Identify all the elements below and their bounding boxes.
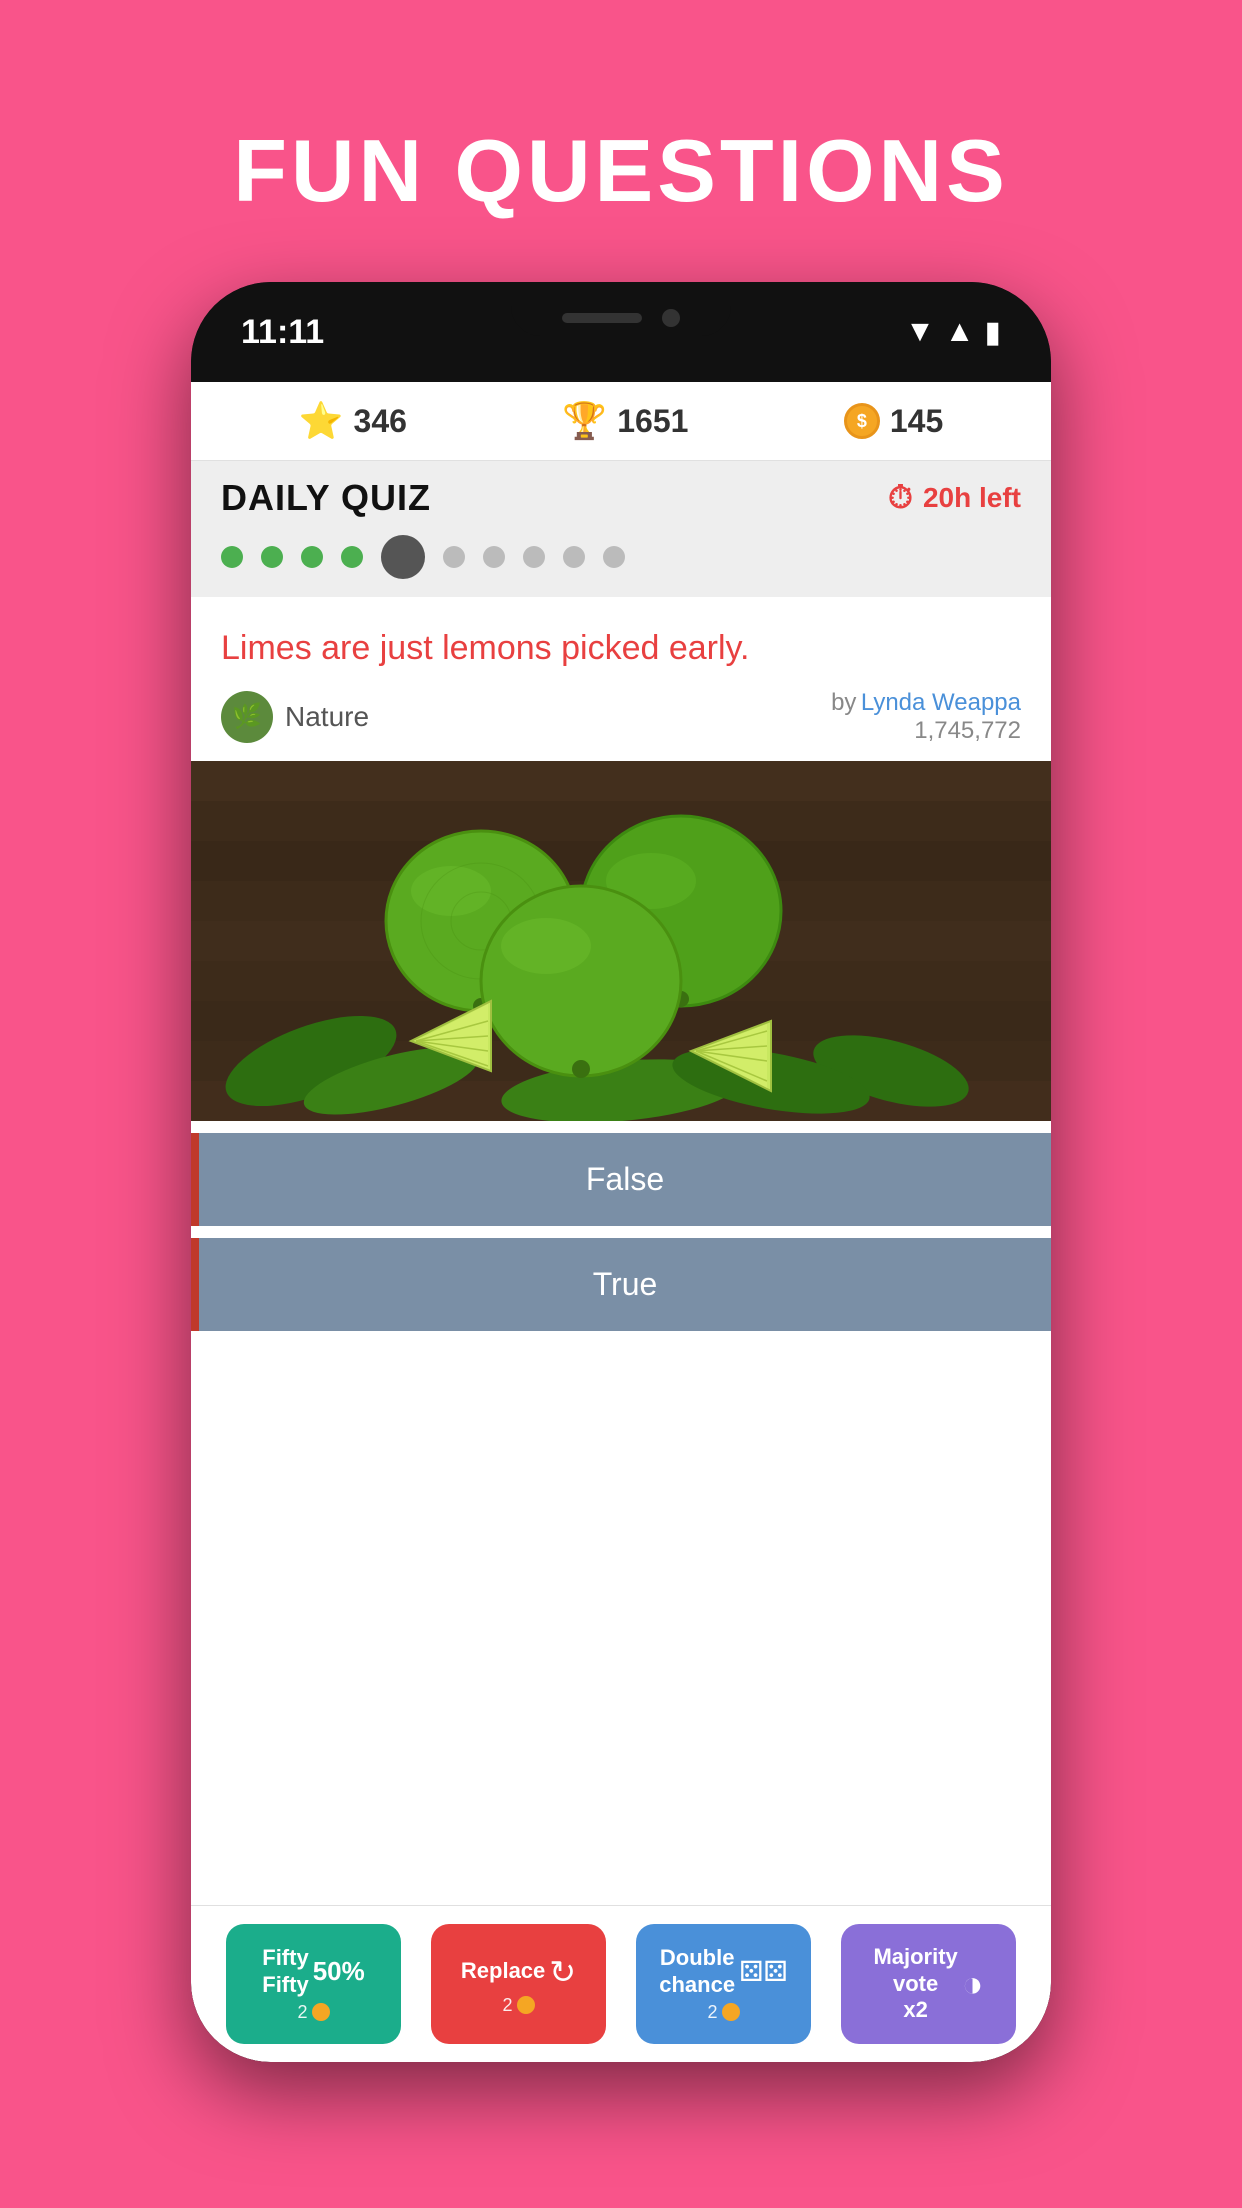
daily-quiz-header: DAILY QUIZ ⏱ 20h left <box>191 461 1051 597</box>
double-chance-icon: ⚄⚄ <box>739 1955 788 1988</box>
front-camera <box>662 309 680 327</box>
true-answer-button[interactable]: True <box>191 1238 1051 1331</box>
double-chance-button[interactable]: Doublechance ⚄⚄ 2 <box>636 1924 811 2044</box>
phone-screen: ⭐ 346 🏆 1651 $ 145 DAILY QUIZ ⏱ 20h left <box>191 382 1051 2062</box>
false-answer-button[interactable]: False <box>191 1133 1051 1226</box>
majority-vote-icon: ◑ <box>962 1963 984 2005</box>
category-icon: 🌿 <box>221 691 273 743</box>
progress-dot-10 <box>603 546 625 568</box>
category-name: Nature <box>285 701 369 733</box>
double-chance-label: Doublechance <box>659 1945 735 1998</box>
author-by-label: by <box>831 689 856 716</box>
replace-button[interactable]: Replace ↻ 2 <box>431 1924 606 2044</box>
progress-dot-2 <box>261 546 283 568</box>
stats-bar: ⭐ 346 🏆 1651 $ 145 <box>191 382 1051 461</box>
author-block: by Lynda Weappa 1,745,772 <box>831 689 1021 745</box>
coin-value: 145 <box>890 403 943 440</box>
category-badge: 🌿 Nature <box>221 691 369 743</box>
question-meta: 🌿 Nature by Lynda Weappa 1,745,772 <box>191 689 1051 761</box>
phone-shell: 11:11 ▼ ▲ ▮ ⭐ 346 🏆 1651 $ 145 <box>191 282 1051 2062</box>
progress-dot-1 <box>221 546 243 568</box>
signal-icon: ▲ <box>945 315 975 349</box>
battery-icon: ▮ <box>984 315 1001 350</box>
progress-dot-6 <box>443 546 465 568</box>
double-chance-cost: 2 <box>707 2002 739 2023</box>
trophy-stat: 🏆 1651 <box>562 400 688 442</box>
wifi-icon: ▼ <box>905 315 935 349</box>
fifty-fifty-cost: 2 <box>297 2002 329 2023</box>
powerups-bar: FiftyFifty 50% 2 Replace ↻ 2 <box>191 1905 1051 2062</box>
timer-icon: ⏱ <box>888 479 913 517</box>
star-value: 346 <box>354 403 407 440</box>
coin-stat: $ 145 <box>844 403 943 440</box>
star-stat: ⭐ 346 <box>299 400 407 442</box>
fifty-fifty-button[interactable]: FiftyFifty 50% 2 <box>226 1924 401 2044</box>
replace-label: Replace <box>461 1958 545 1984</box>
progress-dot-9 <box>563 546 585 568</box>
daily-quiz-title: DAILY QUIZ <box>221 477 431 519</box>
author-name: Lynda Weappa <box>861 689 1021 716</box>
trophy-icon: 🏆 <box>562 400 607 442</box>
page-title: FUN QUESTIONS <box>233 120 1009 222</box>
author-score: 1,745,772 <box>831 717 1021 745</box>
progress-dot-4 <box>341 546 363 568</box>
status-icons: ▼ ▲ ▮ <box>905 315 1001 350</box>
progress-dot-7 <box>483 546 505 568</box>
notch <box>511 300 731 336</box>
speaker-grille <box>562 313 642 323</box>
fifty-fifty-icon: 50% <box>313 1956 365 1987</box>
progress-dot-5-current <box>381 535 425 579</box>
replace-cost: 2 <box>502 1995 534 2016</box>
time-display: 11:11 <box>241 313 324 352</box>
timer-badge: ⏱ 20h left <box>888 479 1021 517</box>
progress-dot-8 <box>523 546 545 568</box>
content-area: Limes are just lemons picked early. 🌿 Na… <box>191 597 1051 1905</box>
fifty-fifty-label: FiftyFifty <box>262 1945 308 1998</box>
trophy-value: 1651 <box>617 403 688 440</box>
status-bar: 11:11 ▼ ▲ ▮ <box>191 282 1051 382</box>
star-icon: ⭐ <box>299 400 344 442</box>
answers-section: False True <box>191 1121 1051 1343</box>
progress-dot-3 <box>301 546 323 568</box>
timer-text: 20h left <box>923 482 1021 514</box>
progress-dots <box>221 535 1021 597</box>
question-image <box>191 761 1051 1121</box>
majority-vote-label: Majorityvotex2 <box>873 1944 957 2023</box>
coin-icon: $ <box>844 403 880 439</box>
replace-icon: ↻ <box>549 1953 576 1991</box>
majority-vote-button[interactable]: Majorityvotex2 ◑ <box>841 1924 1016 2044</box>
question-text: Limes are just lemons picked early. <box>191 597 1051 689</box>
